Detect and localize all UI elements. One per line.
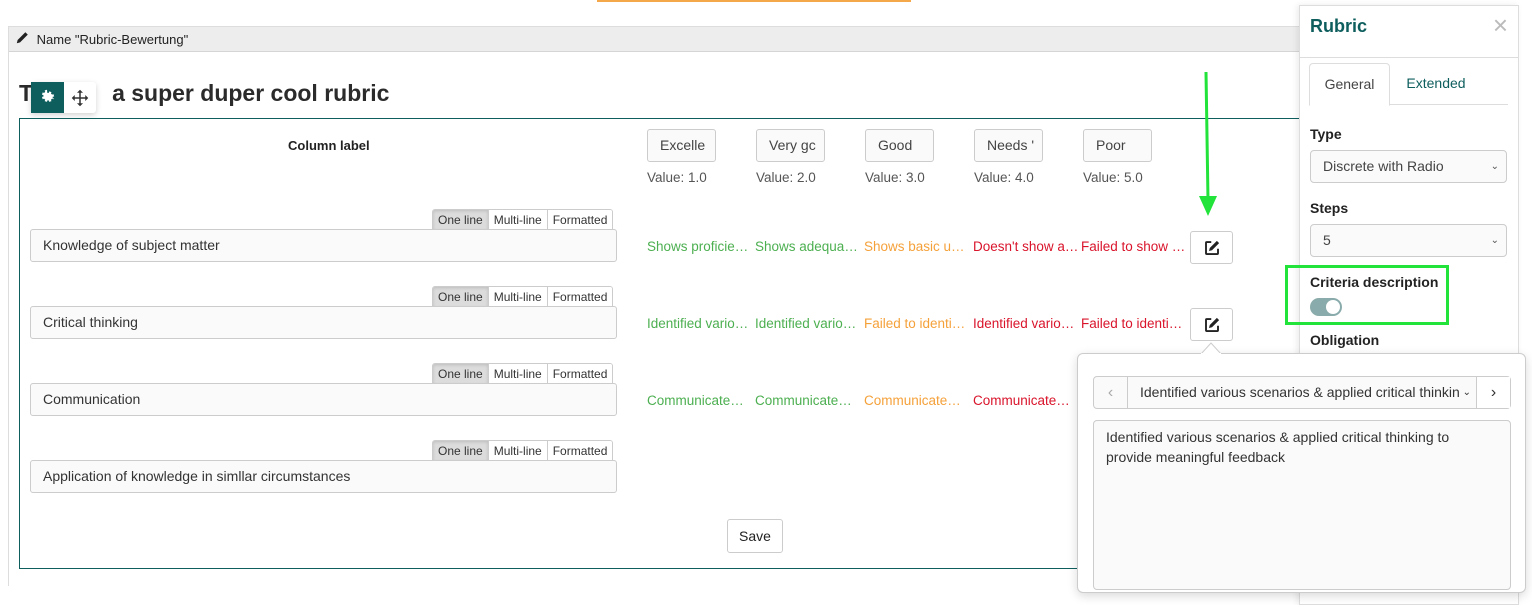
chevron-down-icon: ⌄	[1462, 377, 1471, 408]
pencil-icon	[16, 27, 30, 52]
criterion-description: Doesn't show a…	[973, 239, 1079, 254]
steps-label: Steps	[1310, 200, 1349, 216]
criterion-input[interactable]: Application of knowledge in simllar circ…	[30, 460, 617, 493]
criterion-input[interactable]: Critical thinking	[30, 306, 617, 339]
type-select-value: Discrete with Radio	[1323, 158, 1444, 174]
criterion-input[interactable]: Knowledge of subject matter	[30, 229, 617, 262]
format-one-line[interactable]: One line	[433, 210, 489, 230]
criterion-description: Shows proficie…	[647, 239, 749, 254]
annotation-highlight-box	[1285, 265, 1449, 325]
next-button[interactable]: ›	[1476, 377, 1510, 408]
element-name: Name "Rubric-Bewertung"	[36, 32, 189, 47]
panel-title: Rubric	[1310, 16, 1368, 36]
criterion-description: Shows basic u…	[864, 239, 965, 254]
level-value: Value: 3.0	[865, 170, 925, 185]
element-name-bar: Name "Rubric-Bewertung"	[9, 27, 1309, 52]
description-select[interactable]: Identified various scenarios & applied c…	[1128, 377, 1476, 408]
criterion-description: Shows adequa…	[755, 239, 858, 254]
format-formatted[interactable]: Formatted	[547, 441, 613, 461]
format-toggle: One line Multi-line Formatted	[432, 363, 614, 384]
format-multi-line[interactable]: Multi-line	[488, 364, 548, 384]
format-formatted[interactable]: Formatted	[547, 364, 613, 384]
description-nav: ‹ Identified various scenarios & applied…	[1093, 376, 1511, 409]
description-popover: ‹ Identified various scenarios & applied…	[1077, 353, 1526, 593]
criterion-description: Communicate…	[864, 393, 961, 408]
move-handle[interactable]	[64, 82, 96, 113]
panel-divider	[1300, 57, 1518, 58]
format-formatted[interactable]: Formatted	[547, 287, 613, 307]
level-label-input[interactable]: Needs '	[974, 129, 1043, 162]
element-toolbar	[31, 82, 96, 113]
criterion-description: Identified vario…	[647, 316, 749, 331]
save-button[interactable]: Save	[727, 519, 783, 553]
criterion-description: Failed to identi…	[864, 316, 966, 331]
type-label: Type	[1310, 126, 1342, 142]
level-label-input[interactable]: Very gc	[756, 129, 825, 162]
level-value: Value: 1.0	[647, 170, 707, 185]
edit-descriptions-button[interactable]	[1190, 308, 1233, 341]
level-label-input[interactable]: Good	[865, 129, 934, 162]
format-one-line[interactable]: One line	[433, 364, 489, 384]
move-icon	[71, 89, 89, 106]
tab-general[interactable]: General	[1309, 63, 1390, 106]
edit-descriptions-button[interactable]	[1190, 231, 1233, 264]
criterion-description: Failed to identi…	[1081, 316, 1183, 331]
top-accent-bar	[597, 0, 911, 2]
level-label-input[interactable]: Excelle	[647, 129, 716, 162]
criterion-description: Identified vario…	[755, 316, 857, 331]
format-formatted[interactable]: Formatted	[547, 210, 613, 230]
format-one-line[interactable]: One line	[433, 441, 489, 461]
steps-select-value: 5	[1323, 232, 1331, 248]
previous-button[interactable]: ‹	[1094, 377, 1128, 408]
criterion-description: Identified vario…	[973, 316, 1075, 331]
column-label-heading: Column label	[288, 138, 370, 153]
edit-icon	[1204, 240, 1219, 255]
annotation-arrow	[1199, 72, 1217, 216]
obligation-label: Obligation	[1310, 332, 1380, 348]
type-select[interactable]: Discrete with Radio ⌄	[1310, 150, 1507, 183]
tab-extended[interactable]: Extended	[1396, 63, 1476, 106]
description-select-value: Identified various scenarios & applied c…	[1140, 384, 1460, 400]
popover-caret	[1201, 342, 1221, 354]
level-value: Value: 5.0	[1083, 170, 1143, 185]
criterion-input[interactable]: Communication	[30, 383, 617, 416]
format-one-line[interactable]: One line	[433, 287, 489, 307]
settings-button[interactable]	[31, 82, 64, 113]
criterion-description: Failed to show …	[1081, 239, 1186, 254]
level-label-input[interactable]: Poor	[1083, 129, 1152, 162]
close-icon[interactable]: ×	[1493, 12, 1508, 38]
format-multi-line[interactable]: Multi-line	[488, 441, 548, 461]
format-toggle: One line Multi-line Formatted	[432, 440, 614, 461]
gear-icon	[41, 89, 55, 102]
edit-icon	[1204, 317, 1219, 332]
criterion-description: Communicate…	[973, 393, 1070, 408]
steps-select[interactable]: 5 ⌄	[1310, 224, 1507, 257]
format-multi-line[interactable]: Multi-line	[488, 210, 548, 230]
level-value: Value: 4.0	[974, 170, 1034, 185]
chevron-down-icon: ⌄	[1490, 235, 1499, 246]
format-toggle: One line Multi-line Formatted	[432, 286, 614, 307]
panel-tabs: General Extended	[1309, 63, 1508, 106]
criterion-description: Communicate…	[755, 393, 852, 408]
format-toggle: One line Multi-line Formatted	[432, 209, 614, 230]
level-value: Value: 2.0	[756, 170, 816, 185]
chevron-down-icon: ⌄	[1490, 161, 1499, 172]
criterion-description: Communicate…	[647, 393, 744, 408]
format-multi-line[interactable]: Multi-line	[488, 287, 548, 307]
description-textarea[interactable]: Identified various scenarios & applied c…	[1093, 420, 1511, 590]
